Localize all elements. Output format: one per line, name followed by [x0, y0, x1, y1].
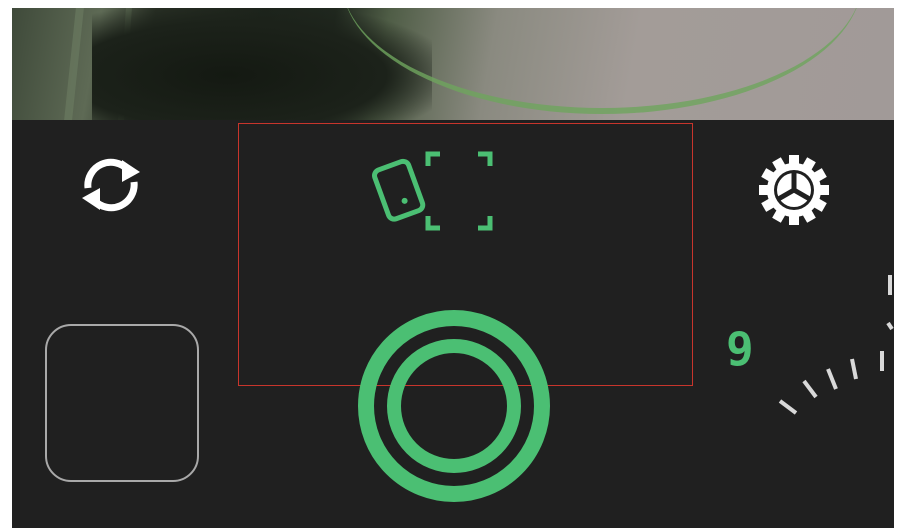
- shutter-button[interactable]: [356, 308, 552, 504]
- rotate-device-crop-icon[interactable]: [370, 146, 498, 238]
- camera-preview: [12, 8, 894, 120]
- preview-detail: [64, 8, 84, 120]
- gear-tooth: [815, 185, 829, 195]
- gear-tooth: [759, 185, 773, 195]
- gear-tooth: [789, 155, 799, 169]
- camera-screen: 9: [12, 8, 894, 528]
- sync-icon[interactable]: [74, 148, 148, 222]
- gallery-thumbnail[interactable]: [45, 324, 199, 482]
- gear-tooth: [789, 211, 799, 225]
- zoom-value: 9: [726, 322, 754, 376]
- gear-icon[interactable]: [755, 151, 833, 229]
